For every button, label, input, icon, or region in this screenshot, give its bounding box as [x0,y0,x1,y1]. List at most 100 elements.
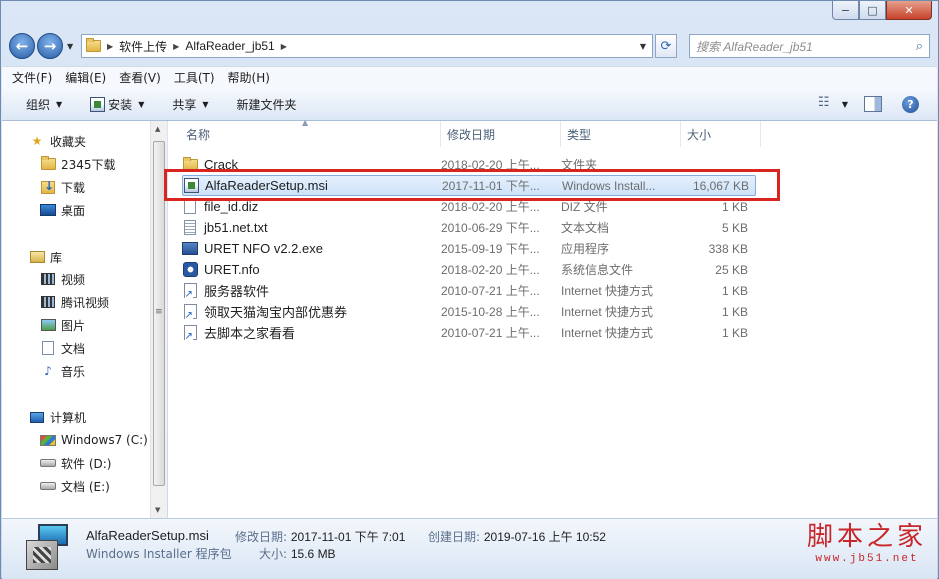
search-icon[interactable]: ⌕ [916,38,923,54]
sidebar-item-videos[interactable]: 视频 [40,269,85,289]
forward-button[interactable]: → [37,33,63,59]
windows-drive-icon [40,432,56,448]
breadcrumb-segment[interactable]: AlfaReader_jb51 [185,39,274,53]
minimize-button[interactable]: − [832,1,859,20]
sidebar-item-music[interactable]: ♪ 音乐 [40,361,85,381]
file-type: 文件夹 [561,158,598,172]
back-button[interactable]: ← [9,33,35,59]
breadcrumb-segment[interactable]: 软件上传 [119,38,167,55]
file-date: 2018-02-20 上午... [441,200,540,214]
file-type: DIZ 文件 [561,200,608,214]
chevron-down-icon[interactable]: ▼ [640,42,646,51]
file-date: 2010-06-29 下午... [441,221,540,235]
file-row-selected[interactable]: AlfaReaderSetup.msi 2017-11-01 下午... Win… [182,175,756,196]
sidebar-item-documents[interactable]: 文档 [40,338,85,358]
file-row[interactable]: jb51.net.txt 2010-06-29 下午... 文本文档 5 KB [182,217,756,238]
file-type: 文本文档 [561,221,610,235]
column-headers: 名称 ▲ 修改日期 类型 大小 [168,118,937,147]
file-row[interactable]: URET NFO v2.2.exe 2015-09-19 下午... 应用程序 … [182,238,756,259]
sidebar-item-computer[interactable]: 计算机 [29,407,86,427]
sidebar-item-favorites[interactable]: ★ 收藏夹 [29,131,86,151]
search-input[interactable]: 搜索 AlfaReader_jb51 ⌕ [689,34,930,58]
scroll-down-icon[interactable]: ▼ [155,506,160,514]
watermark-url: www.jb51.net [815,553,919,565]
file-row[interactable]: 去脚本之家看看 2010-07-21 上午... Internet 快捷方式 1… [182,322,756,343]
column-header-label: 名称 [186,127,211,142]
view-mode-icon[interactable]: ☷ [818,95,840,113]
sidebar-item-label: 腾讯视频 [61,295,110,310]
column-header-name[interactable]: 名称 ▲ [168,118,441,147]
sidebar-scrollbar[interactable]: ▲ ▼ [150,121,167,518]
file-date: 2010-07-21 上午... [441,326,540,340]
column-header-label: 类型 [567,127,592,142]
sidebar-item-desktop[interactable]: 桌面 [40,200,85,220]
menu-edit[interactable]: 编辑(E) [65,69,106,86]
install-button[interactable]: 安装 ▼ [90,96,144,113]
sidebar-item-drive-d[interactable]: 软件 (D:) [40,453,111,473]
menu-view[interactable]: 查看(V) [119,69,161,86]
maximize-button[interactable]: □ [859,1,886,20]
arrow-right-icon: → [43,37,57,55]
chevron-right-icon[interactable]: ▶ [281,42,287,51]
chevron-down-icon[interactable]: ▼ [842,100,848,109]
sidebar-item-pictures[interactable]: 图片 [40,315,85,335]
sidebar-item-tencent-video[interactable]: 腾讯视频 [40,292,109,312]
scroll-up-icon[interactable]: ▲ [155,125,160,133]
drive-icon [40,478,56,494]
folder-icon [182,156,198,173]
file-type: Internet 快捷方式 [561,305,654,319]
new-folder-button[interactable]: 新建文件夹 [237,96,297,113]
nfo-icon [182,262,198,278]
sidebar-item-label: Windows7 (C:) [61,433,148,447]
sidebar-item-2345download[interactable]: 2345下载 [40,154,116,174]
menu-help[interactable]: 帮助(H) [228,69,270,86]
file-row[interactable]: Crack 2018-02-20 上午... 文件夹 [182,154,756,175]
help-icon[interactable]: ? [902,95,919,113]
sidebar-item-label: 收藏夹 [50,134,87,149]
file-row[interactable]: file_id.diz 2018-02-20 上午... DIZ 文件 1 KB [182,196,756,217]
file-row[interactable]: URET.nfo 2018-02-20 上午... 系统信息文件 25 KB [182,259,756,280]
recent-pages-dropdown-icon[interactable]: ▼ [67,42,77,51]
sidebar-item-label: 计算机 [50,410,87,425]
file-date: 2018-02-20 上午... [441,158,540,172]
computer-icon [29,409,45,425]
file-type: 系统信息文件 [561,263,634,277]
column-header-label: 大小 [687,127,712,142]
share-button[interactable]: 共享 ▼ [172,96,208,113]
chevron-right-icon[interactable]: ▶ [173,42,179,51]
close-button[interactable]: ✕ [886,1,932,20]
file-name: file_id.diz [204,199,259,214]
file-size: 338 KB [708,241,748,256]
sidebar-item-downloads[interactable]: 下载 [40,177,85,197]
preview-pane-icon[interactable] [864,96,882,112]
file-row[interactable]: 领取天猫淘宝内部优惠券 2015-10-28 上午... Internet 快捷… [182,301,756,322]
details-modified-label: 修改日期: [235,530,288,544]
sidebar-item-label: 软件 (D:) [61,456,112,471]
sidebar-item-libraries[interactable]: 库 [29,247,62,267]
video-icon [40,271,56,287]
file-size: 1 KB [721,199,748,214]
refresh-button[interactable]: ⟳ [655,34,677,58]
drive-icon [40,455,56,471]
chevron-right-icon[interactable]: ▶ [107,42,113,51]
scrollbar-thumb[interactable] [153,141,165,486]
file-size: 1 KB [721,325,748,340]
organize-button[interactable]: 组织 ▼ [26,96,62,113]
desktop-icon [40,202,56,218]
file-row[interactable]: 服务器软件 2010-07-21 上午... Internet 快捷方式 1 K… [182,280,756,301]
sidebar-item-drive-c[interactable]: Windows7 (C:) [40,430,148,450]
search-placeholder: 搜索 AlfaReader_jb51 [696,39,813,54]
column-header-date[interactable]: 修改日期 [441,121,561,147]
details-size: 大小: 15.6 MB [259,545,336,562]
menu-file[interactable]: 文件(F) [12,69,52,86]
sidebar-item-drive-e[interactable]: 文档 (E:) [40,476,110,496]
address-bar[interactable]: ▶ 软件上传 ▶ AlfaReader_jb51 ▶ ▼ [81,34,653,58]
column-header-type[interactable]: 类型 [561,121,681,147]
details-file-name: AlfaReaderSetup.msi [86,528,209,543]
menu-tools[interactable]: 工具(T) [174,69,215,86]
details-size-label: 大小: [259,547,288,561]
file-date: 2010-07-21 上午... [441,284,540,298]
file-icon [182,199,198,215]
sidebar-item-label: 下载 [61,180,86,195]
column-header-size[interactable]: 大小 [681,121,761,147]
